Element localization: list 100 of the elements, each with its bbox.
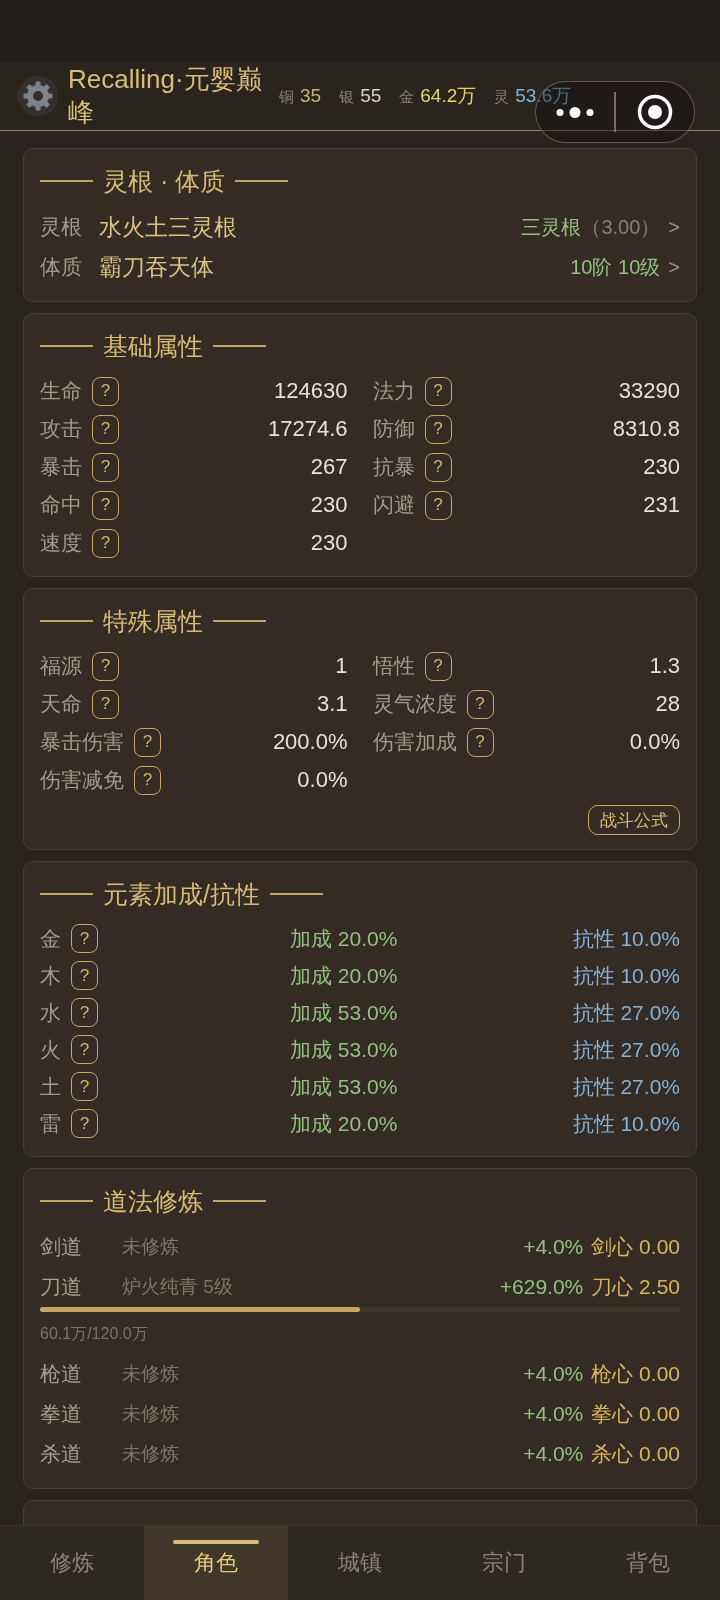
nav-tab[interactable]: 角色 <box>144 1526 288 1600</box>
bonus-value: 加成 53.0% <box>290 1073 399 1100</box>
heart-value: 枪心 0.00 <box>591 1361 680 1387</box>
stat-label: 暴击伤害 <box>40 729 124 755</box>
formula-button[interactable]: 战斗公式 <box>588 805 680 835</box>
help-button[interactable]: ? <box>71 998 98 1027</box>
bonus-value: 加成 53.0% <box>290 999 399 1026</box>
help-button[interactable]: ? <box>92 651 119 681</box>
dao-status: 未修炼 <box>122 1402 180 1426</box>
bonus-value: 加成 20.0% <box>290 1110 399 1137</box>
bonus-value: 加成 20.0% <box>290 962 399 989</box>
heart-value: 剑心 0.00 <box>591 1234 680 1260</box>
currency-value: 64.2万 <box>420 84 477 108</box>
stat-value: 8310.8 <box>612 416 680 442</box>
stat-value: 200.0% <box>272 729 348 755</box>
stat-label: 天命 <box>40 691 82 717</box>
nav-tab[interactable]: 城镇 <box>288 1526 432 1600</box>
stat-label: 闪避 <box>372 492 415 518</box>
stat-label: 福源 <box>40 653 82 679</box>
help-button[interactable]: ? <box>424 376 452 406</box>
nav-tab[interactable]: 修炼 <box>0 1526 144 1600</box>
currency-label: 灵 <box>494 88 510 107</box>
stat-label: 法力 <box>372 378 415 404</box>
element-label: 金 <box>40 925 61 952</box>
help-button[interactable]: ? <box>92 490 119 520</box>
stat-value: 17274.6 <box>267 416 348 442</box>
stat-label: 伤害加成 <box>372 729 457 755</box>
stat-label: 防御 <box>372 416 415 442</box>
stat-label: 抗暴 <box>372 454 415 480</box>
help-button[interactable]: ? <box>71 961 98 990</box>
dao-name: 刀道 <box>40 1274 83 1300</box>
help-button[interactable]: ? <box>134 765 161 795</box>
attribute-value: 霸刀吞天体 <box>99 252 214 282</box>
heart-value: 杀心 0.00 <box>591 1441 680 1467</box>
help-button[interactable]: ? <box>424 651 452 681</box>
stat-label: 灵气浓度 <box>372 691 457 717</box>
resistance-value: 抗性 10.0% <box>572 1110 680 1137</box>
element-label: 木 <box>40 962 61 989</box>
gear-icon[interactable] <box>18 76 58 116</box>
help-button[interactable]: ? <box>71 1072 98 1101</box>
stat-value: 230 <box>310 530 348 556</box>
currency-label: 金 <box>399 88 415 107</box>
dao-status: 未修炼 <box>122 1362 180 1386</box>
detail-link[interactable]: 三灵根（3.00） > <box>521 213 680 241</box>
stat-label: 命中 <box>40 492 82 518</box>
element-label: 雷 <box>40 1110 61 1137</box>
resistance-value: 抗性 27.0% <box>572 1073 680 1100</box>
stat-label: 暴击 <box>40 454 82 480</box>
stat-value: 33290 <box>618 378 680 404</box>
stat-label: 生命 <box>40 378 82 404</box>
nav-tab[interactable]: 背包 <box>576 1526 720 1600</box>
bonus-value: 加成 20.0% <box>290 925 399 952</box>
help-button[interactable]: ? <box>466 727 494 757</box>
attribute-label: 灵根 <box>40 214 83 240</box>
help-button[interactable]: ? <box>424 414 452 444</box>
element-label: 火 <box>40 1036 61 1063</box>
currency-value: 35 <box>300 85 322 107</box>
help-button[interactable]: ? <box>92 414 119 444</box>
stat-value: 28 <box>655 691 680 717</box>
dao-name: 杀道 <box>40 1441 83 1467</box>
heart-value: 拳心 0.00 <box>591 1401 680 1427</box>
stat-value: 3.1 <box>316 691 348 717</box>
help-button[interactable]: ? <box>92 528 119 558</box>
dao-name: 枪道 <box>40 1361 83 1387</box>
section-title: 元素加成/抗性 <box>103 879 260 910</box>
help-button[interactable]: ? <box>71 1035 98 1064</box>
stat-value: 124630 <box>274 378 348 404</box>
stat-label: 伤害减免 <box>40 767 124 793</box>
bonus-value: +4.0% <box>523 1362 584 1386</box>
help-button[interactable]: ? <box>92 452 119 482</box>
bonus-value: +4.0% <box>523 1235 584 1259</box>
help-button[interactable]: ? <box>424 490 452 520</box>
nav-tab[interactable]: 宗门 <box>432 1526 576 1600</box>
currency-label: 铜 <box>279 88 294 107</box>
element-label: 土 <box>40 1073 61 1100</box>
element-label: 水 <box>40 999 61 1026</box>
resistance-value: 抗性 27.0% <box>572 999 680 1026</box>
help-button[interactable]: ? <box>71 1109 98 1138</box>
dao-status: 未修炼 <box>122 1235 180 1259</box>
bonus-value: +629.0% <box>499 1275 584 1299</box>
help-button[interactable]: ? <box>466 689 494 719</box>
stat-value: 0.0% <box>297 767 348 793</box>
page-title: Recalling·元婴巅峰 <box>68 63 263 129</box>
help-button[interactable]: ? <box>92 689 119 719</box>
stat-label: 悟性 <box>372 653 415 679</box>
heart-value: 刀心 2.50 <box>591 1274 680 1300</box>
section-title: 道法修炼 <box>103 1186 203 1217</box>
circle-dot-icon[interactable] <box>636 94 673 130</box>
help-button[interactable]: ? <box>134 727 161 757</box>
currency-label: 银 <box>339 88 355 107</box>
stat-label: 速度 <box>40 530 82 556</box>
help-button[interactable]: ? <box>424 452 452 482</box>
detail-link[interactable]: 10阶 10级 > <box>570 253 680 281</box>
help-button[interactable]: ? <box>92 376 119 406</box>
resistance-value: 抗性 10.0% <box>572 925 680 952</box>
more-icon[interactable] <box>556 106 594 118</box>
help-button[interactable]: ? <box>71 924 98 953</box>
dao-name: 剑道 <box>40 1234 83 1260</box>
currency-value: 53.6万 <box>515 84 572 108</box>
bonus-value: +4.0% <box>523 1402 584 1426</box>
